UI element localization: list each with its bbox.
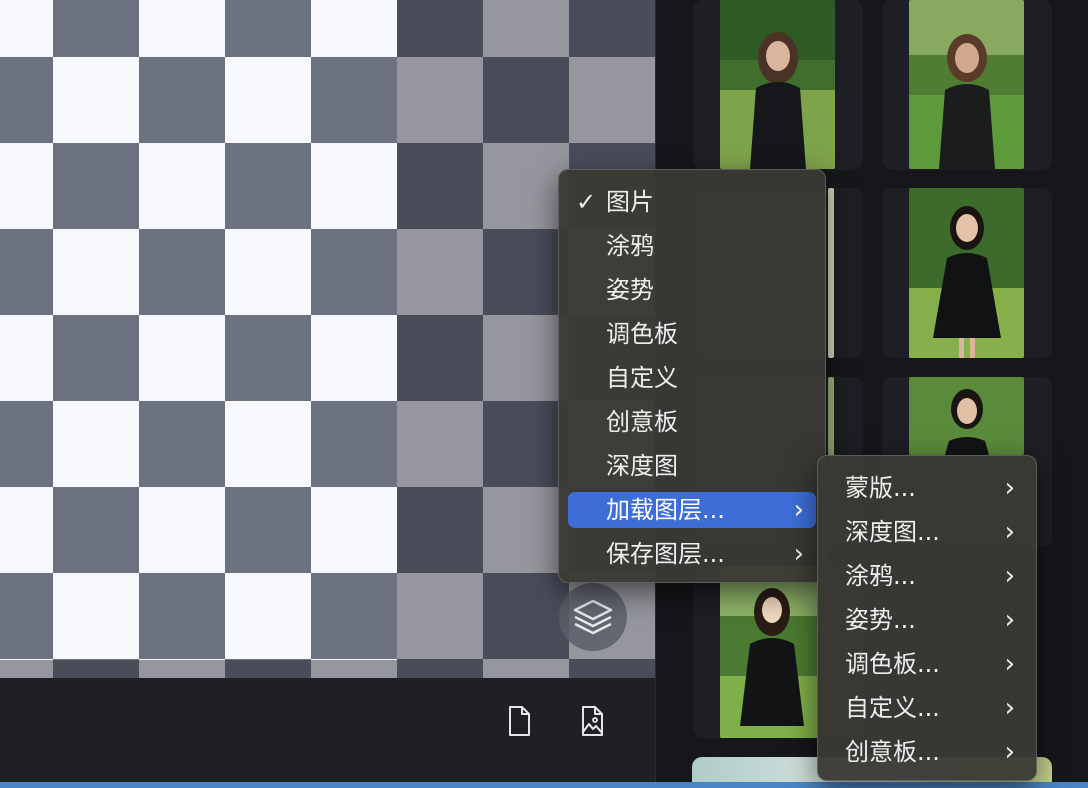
submenu-item-scribble[interactable]: 涂鸦... ›: [827, 558, 1027, 594]
submenu-item-color-palette[interactable]: 调色板... ›: [827, 646, 1027, 682]
menu-item-label: 创意板...: [845, 738, 940, 766]
chevron-right-icon: ›: [793, 495, 804, 525]
menu-item-image[interactable]: ✓ 图片: [568, 184, 816, 220]
chevron-right-icon: ›: [1004, 693, 1015, 723]
canvas-checkerboard[interactable]: [0, 0, 655, 678]
submenu-item-mask[interactable]: 蒙版... ›: [827, 470, 1027, 506]
gallery-thumbnail[interactable]: [720, 0, 835, 169]
menu-item-scribble[interactable]: 涂鸦: [568, 228, 816, 264]
chevron-right-icon: ›: [1004, 561, 1015, 591]
gallery-thumbnail[interactable]: [720, 566, 818, 738]
layer-type-menu: ✓ 图片 涂鸦 姿势 调色板 自定义 创意板 深度图 加载图层... › 保存图…: [558, 169, 826, 583]
gallery-thumbnail-edge: [828, 377, 834, 457]
menu-item-label: 调色板: [606, 320, 678, 348]
menu-item-label: 姿势...: [845, 606, 916, 634]
accent-strip: [0, 782, 1088, 788]
menu-item-moodboard[interactable]: 创意板: [568, 404, 816, 440]
submenu-item-custom[interactable]: 自定义... ›: [827, 690, 1027, 726]
menu-item-label: 涂鸦: [606, 232, 654, 260]
checkmark-icon: ✓: [576, 188, 597, 216]
menu-item-label: 深度图...: [845, 518, 940, 546]
menu-item-label: 蒙版...: [845, 474, 916, 502]
menu-item-label: 自定义: [606, 364, 678, 392]
menu-item-label: 调色板...: [845, 650, 940, 678]
chevron-right-icon: ›: [1004, 517, 1015, 547]
menu-item-label: 图片: [606, 188, 654, 216]
menu-item-label: 创意板: [606, 408, 678, 436]
menu-item-load-layer[interactable]: 加载图层... ›: [568, 492, 816, 528]
submenu-item-moodboard[interactable]: 创意板... ›: [827, 734, 1027, 770]
submenu-item-depth-map[interactable]: 深度图... ›: [827, 514, 1027, 550]
gallery-thumbnail[interactable]: [909, 377, 1024, 455]
gallery-thumbnail-edge: [828, 188, 834, 358]
bottom-toolbar: [0, 678, 655, 782]
chevron-right-icon: ›: [1004, 473, 1015, 503]
menu-item-color-palette[interactable]: 调色板: [568, 316, 816, 352]
chevron-right-icon: ›: [1004, 737, 1015, 767]
gallery-thumbnail[interactable]: [909, 188, 1024, 358]
gallery-thumbnail[interactable]: [909, 0, 1024, 169]
menu-item-custom[interactable]: 自定义: [568, 360, 816, 396]
load-layer-submenu: 蒙版... › 深度图... › 涂鸦... › 姿势... › 调色板... …: [817, 455, 1037, 781]
new-file-icon[interactable]: [503, 704, 535, 738]
menu-item-label: 涂鸦...: [845, 562, 916, 590]
menu-item-label: 自定义...: [845, 694, 940, 722]
menu-item-label: 加载图层...: [606, 496, 725, 524]
menu-item-depth-map[interactable]: 深度图: [568, 448, 816, 484]
menu-item-label: 深度图: [606, 452, 678, 480]
layers-icon: [573, 599, 613, 635]
layers-button[interactable]: [559, 583, 627, 651]
chevron-right-icon: ›: [793, 539, 804, 569]
image-file-icon[interactable]: [576, 704, 608, 738]
menu-item-save-layer[interactable]: 保存图层... ›: [568, 536, 816, 572]
chevron-right-icon: ›: [1004, 649, 1015, 679]
menu-item-label: 姿势: [606, 276, 654, 304]
chevron-right-icon: ›: [1004, 605, 1015, 635]
submenu-item-pose[interactable]: 姿势... ›: [827, 602, 1027, 638]
canvas-outside-region-bottom: [0, 660, 655, 678]
menu-item-label: 保存图层...: [606, 540, 725, 568]
menu-item-pose[interactable]: 姿势: [568, 272, 816, 308]
